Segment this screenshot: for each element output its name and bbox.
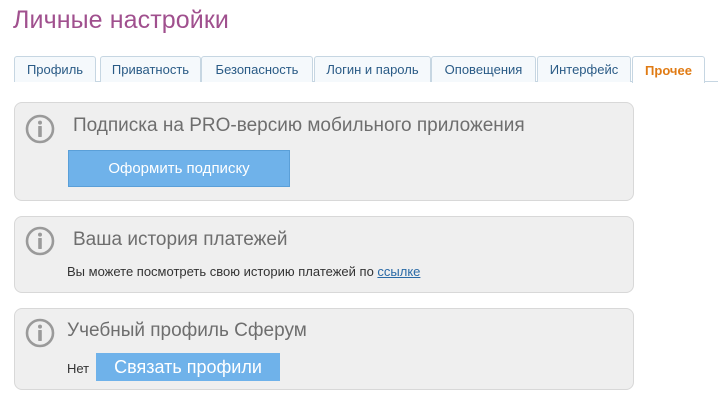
tab-privacy[interactable]: Приватность: [100, 56, 201, 82]
info-icon: [25, 226, 55, 256]
tab-profile[interactable]: Профиль: [14, 56, 96, 82]
payment-history-description: Вы можете посмотреть свою историю платеж…: [67, 264, 378, 279]
tab-other[interactable]: Прочее: [632, 56, 705, 83]
payment-history-panel: Ваша история платежей Вы можете посмотре…: [14, 216, 634, 293]
page-title: Личные настройки: [13, 6, 229, 34]
tab-login-password[interactable]: Логин и пароль: [314, 56, 431, 82]
info-icon: [25, 318, 55, 348]
settings-tabs: Профиль Приватность Безопасность Логин и…: [14, 56, 718, 83]
payment-history-text: Вы можете посмотреть свою историю платеж…: [67, 264, 420, 279]
sferum-panel: Учебный профиль Сферум Нет Связать профи…: [14, 308, 634, 390]
payment-history-title: Ваша история платежей: [73, 229, 288, 250]
sferum-title: Учебный профиль Сферум: [67, 320, 307, 341]
subscription-panel: Подписка на PRO-версию мобильного прилож…: [14, 102, 634, 201]
sferum-status-text: Нет: [67, 361, 90, 376]
tab-security[interactable]: Безопасность: [201, 56, 313, 82]
info-icon: [25, 114, 55, 144]
subscribe-button[interactable]: Оформить подписку: [68, 150, 290, 187]
subscription-title: Подписка на PRO-версию мобильного прилож…: [73, 115, 525, 136]
link-profiles-button[interactable]: Связать профили: [96, 353, 280, 381]
payment-history-link[interactable]: ссылке: [377, 264, 420, 279]
tab-interface[interactable]: Интерфейс: [537, 56, 631, 82]
tab-notifications[interactable]: Оповещения: [431, 56, 536, 82]
